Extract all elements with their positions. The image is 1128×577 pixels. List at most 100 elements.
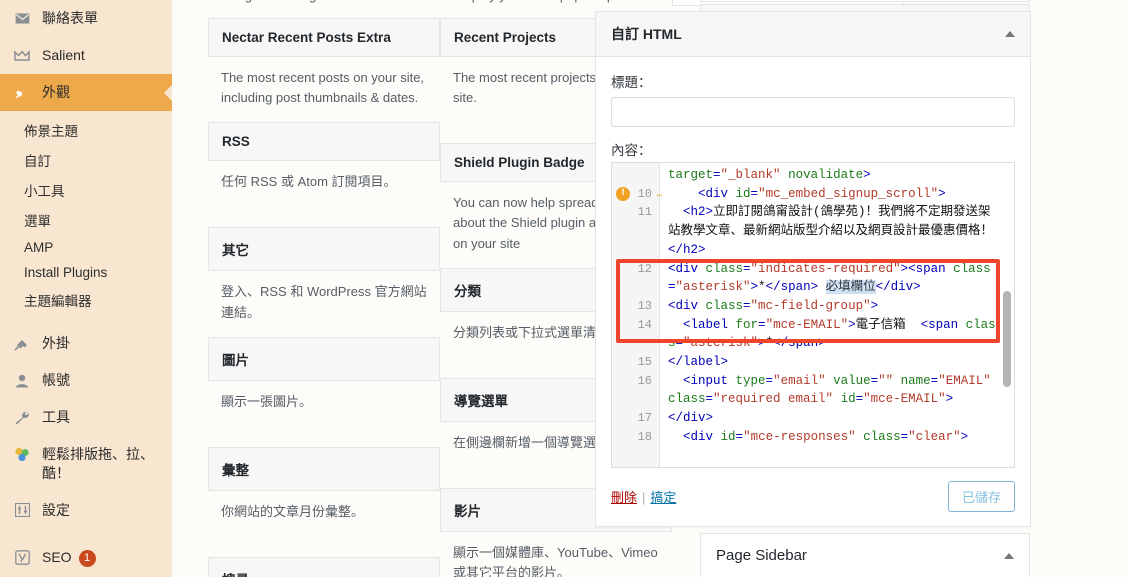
widget-card-image: 圖片 顯示一張圖片。 <box>208 336 440 447</box>
widget-description: The most recent posts on your site, incl… <box>221 70 425 106</box>
widget-description: 你網站的文章月份彙整。 <box>221 503 365 519</box>
chevron-up-icon[interactable] <box>1004 552 1014 559</box>
code-token: 電子信箱 <box>855 317 921 332</box>
balloons-icon <box>12 445 32 464</box>
line-number: 12 <box>637 261 652 276</box>
code-token: = <box>743 261 751 276</box>
code-token: <label <box>683 317 736 332</box>
save-button[interactable]: 已儲存 <box>947 481 1015 512</box>
admin-sidebar: 聯絡表單 Salient 外觀 佈景主題 自訂 小工具 選單 AMP Insta… <box>0 0 172 577</box>
code-token: for <box>735 317 759 332</box>
code-token: </label> <box>668 355 729 370</box>
code-line: ! ~10 <div id="mc_embed_signup_scroll"> <box>612 185 1000 204</box>
submenu-item-customize[interactable]: 自訂 <box>0 145 172 175</box>
widget-title-input[interactable] <box>611 97 1015 127</box>
appearance-submenu: 佈景主題 自訂 小工具 選單 AMP Install Plugins 主題編輯器 <box>0 111 172 325</box>
widget-column-1: Nectar Recent Posts Extra The most recen… <box>208 18 440 577</box>
wrench-icon <box>12 408 32 427</box>
panel-footer: 刪除 | 搞定 已儲存 <box>596 468 1030 526</box>
chevron-up-icon[interactable] <box>1005 31 1015 37</box>
widget-card-search: 搜尋 <box>208 556 440 577</box>
editor-scrollbar-thumb[interactable] <box>1003 291 1011 387</box>
envelope-icon <box>12 9 32 28</box>
line-number: 18 <box>637 429 652 444</box>
code-token: > <box>945 392 954 407</box>
code-token: name <box>900 373 931 388</box>
code-token: "mc_embed_signup_scroll" <box>758 186 939 201</box>
link-separator: | <box>642 490 646 505</box>
submenu-item-theme-editor[interactable]: 主題編輯器 <box>0 285 172 315</box>
code-token: = <box>750 186 759 201</box>
code-token: target <box>668 168 714 182</box>
code-token: = <box>735 429 744 444</box>
custom-html-widget-panel: 自訂 HTML 標題： 內容： target="_blank" novalida… <box>595 11 1031 527</box>
sidebar-item-tools[interactable]: 工具 <box>0 399 172 436</box>
sidebar-item-label: SEO 1 <box>42 548 162 567</box>
sliders-icon <box>12 501 32 520</box>
widget-card-rss: RSS 任何 RSS 或 Atom 訂閱項目。 <box>208 122 440 227</box>
code-token: "required email" <box>713 392 834 407</box>
sidebar-item-label: 輕鬆排版拖、拉、酷！ <box>42 446 154 481</box>
code-token: * <box>758 280 766 295</box>
code-token: > <box>960 429 969 444</box>
done-link[interactable]: 搞定 <box>650 490 676 505</box>
sidebar-item-settings[interactable]: 設定 <box>0 492 172 529</box>
title-field-label: 標題： <box>611 75 652 90</box>
code-token: </h2> <box>668 242 706 257</box>
submenu-item-widgets[interactable]: 小工具 <box>0 175 172 205</box>
code-token: > <box>750 280 759 295</box>
code-line: 13 <div class="mc-field-group"> <box>612 297 1000 316</box>
widget-title[interactable]: 其它 <box>208 227 440 272</box>
code-line: 18 <div id="mce-responses" class="clear"… <box>612 428 1000 447</box>
widget-title[interactable]: Nectar Recent Posts Extra <box>208 18 440 57</box>
code-token: class <box>705 261 744 276</box>
widget-title[interactable]: RSS <box>208 122 440 162</box>
code-token: class <box>705 298 744 313</box>
code-editor[interactable]: target="_blank" novalidate>! ~10 <div id=… <box>611 162 1015 468</box>
line-number: 13 <box>637 298 652 313</box>
sidebar-item-appearance[interactable]: 外觀 <box>0 74 172 111</box>
content-field-label: 內容： <box>611 143 652 158</box>
sidebar-item-label: 設定 <box>42 501 70 518</box>
editor-code-content[interactable]: target="_blank" novalidate>! ~10 <div id=… <box>612 163 1014 467</box>
sidebar-item-users[interactable]: 帳號 <box>0 362 172 399</box>
code-token: = <box>743 298 751 313</box>
widget-title[interactable]: 圖片 <box>208 336 440 381</box>
submenu-item-menus[interactable]: 選單 <box>0 205 172 235</box>
code-token: id <box>735 186 751 201</box>
code-token: </div> <box>668 411 714 426</box>
sidebar-item-label: 外掛 <box>42 335 70 351</box>
code-token: "_blank" <box>720 168 781 182</box>
code-token: = <box>900 429 909 444</box>
code-token: "clear" <box>908 429 961 444</box>
line-number: 17 <box>637 411 652 426</box>
code-token: = <box>713 168 721 182</box>
sidebar-item-seo[interactable]: SEO 1 <box>0 539 172 576</box>
plug-icon <box>12 334 32 353</box>
sidebar-item-salient[interactable]: Salient <box>0 37 172 74</box>
code-line: 14 <label for="mce-EMAIL">電子信箱 <span cla… <box>612 316 1000 353</box>
code-line: 11 <h2>立即訂閱鴿甯設計(鴿學苑)！我們將不定期發送架站教學文章、最新網站… <box>612 203 1000 259</box>
code-token: </span> <box>773 336 826 351</box>
widget-title[interactable]: 搜尋 <box>208 556 440 577</box>
submenu-item-themes[interactable]: 佈景主題 <box>0 115 172 145</box>
submenu-item-amp[interactable]: AMP <box>0 235 172 260</box>
code-token: <div <box>668 261 706 276</box>
sidebar-item-plugins[interactable]: 外掛 <box>0 325 172 362</box>
widget-description: 顯示一個媒體庫、YouTube、Vimeo 或其它平台的影片。 <box>453 544 658 577</box>
panel-header[interactable]: 自訂 HTML <box>596 12 1030 57</box>
widget-card-archives: 彙整 你網站的文章月份彙整。 <box>208 446 440 557</box>
code-token: <div <box>683 429 721 444</box>
submenu-item-install-plugins[interactable]: Install Plugins <box>0 260 172 285</box>
page-sidebar-header[interactable]: Page Sidebar <box>701 534 1029 577</box>
sidebar-item-contact-form[interactable]: 聯絡表單 <box>0 0 172 37</box>
code-token: = <box>855 392 864 407</box>
widget-title[interactable]: 彙整 <box>208 446 440 491</box>
delete-link[interactable]: 刪除 <box>611 490 637 505</box>
sidebar-item-page-builder[interactable]: 輕鬆排版拖、拉、酷！ <box>0 436 172 492</box>
